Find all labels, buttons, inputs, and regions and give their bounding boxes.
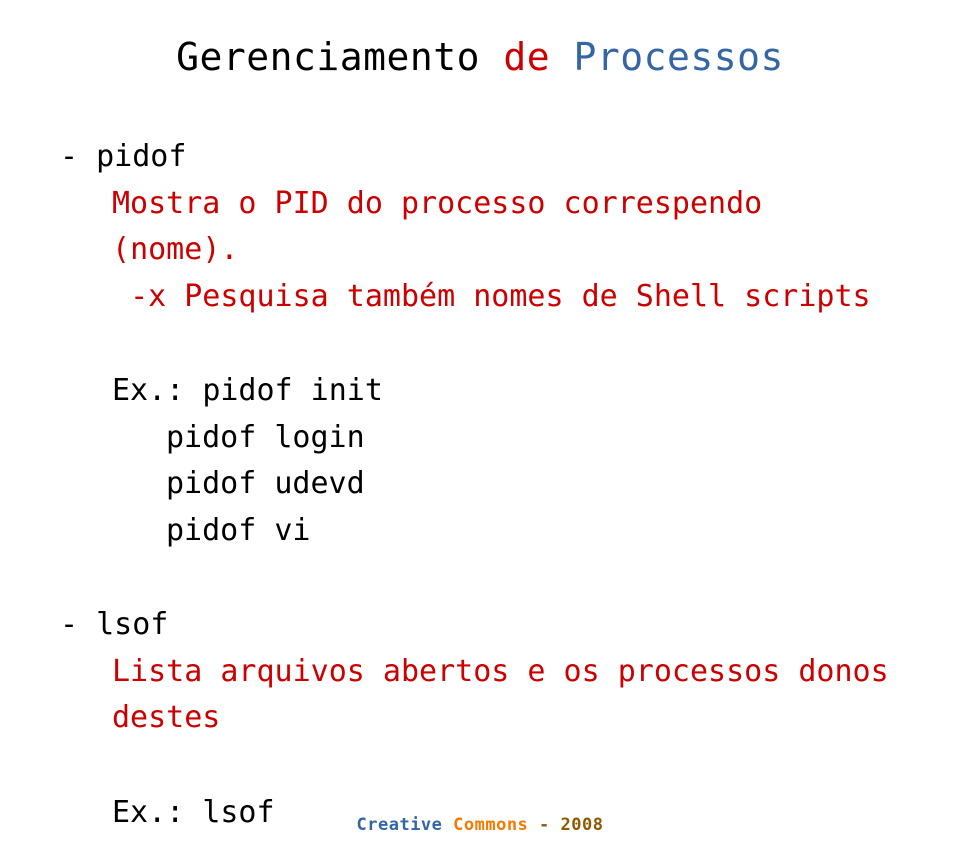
lsof-command: lsof [96, 607, 168, 642]
content-body: - pidof Mostra o PID do processo corresp… [60, 134, 900, 836]
footer: Creative Commons - 2008 [0, 815, 960, 835]
footer-creative: Creative [357, 815, 454, 835]
pidof-desc-text: Mostra o PID do processo correspendo [112, 186, 762, 221]
ex-prefix: Ex [112, 373, 148, 408]
ex-dot: .: [148, 373, 202, 408]
flag-x-desc: x Pesquisa também nomes de Shell scripts [148, 279, 870, 314]
pidof-heading: - pidof [60, 134, 900, 181]
pidof-init: pidof init [202, 373, 383, 408]
pidof-description-line2: -x Pesquisa também nomes de Shell script… [112, 274, 900, 321]
title-part3: Processos [574, 35, 784, 79]
paren-close-dot: ). [202, 232, 238, 267]
lsof-description: Lista arquivos abertos e os processos do… [112, 649, 900, 742]
title-part1: Gerenciamento [176, 35, 503, 79]
pidof-udevd: pidof udevd [166, 461, 900, 508]
pidof-login: pidof login [166, 415, 900, 462]
paren-open: ( [112, 232, 130, 267]
dash: - [60, 139, 96, 174]
footer-year: 2008 [561, 815, 604, 835]
lsof-heading: - lsof [60, 602, 900, 649]
footer-commons: Commons [453, 815, 539, 835]
pidof-example-1: Ex.: pidof init [112, 368, 900, 415]
pidof-command: pidof [96, 139, 186, 174]
footer-dash: - [539, 815, 560, 835]
dash-2: - [60, 607, 96, 642]
flag-dash: - [130, 279, 148, 314]
pidof-nome: nome [130, 232, 202, 267]
pidof-description-line1: Mostra o PID do processo correspendo (no… [112, 181, 900, 274]
title-part2: de [503, 35, 573, 79]
page-title: Gerenciamento de Processos [60, 35, 900, 79]
pidof-vi: pidof vi [166, 508, 900, 555]
